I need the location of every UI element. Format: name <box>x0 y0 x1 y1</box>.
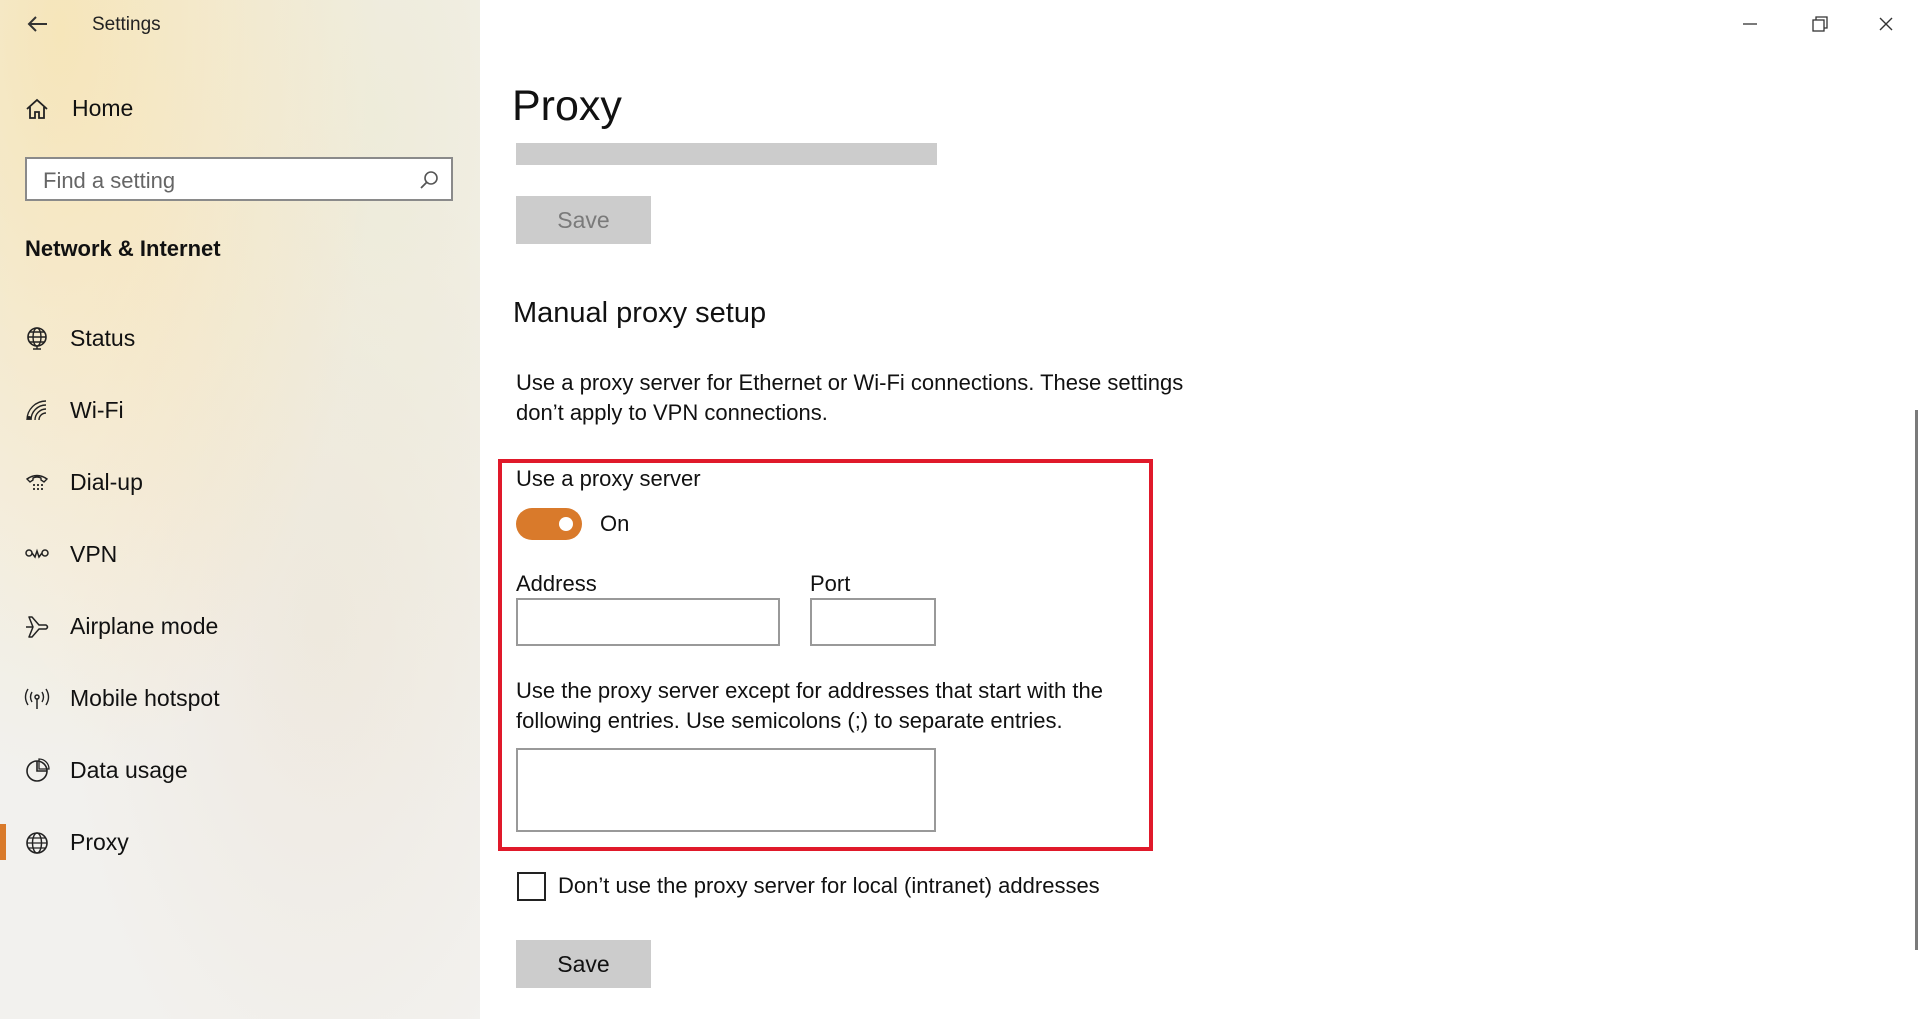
airplane-icon <box>26 616 49 638</box>
search-icon[interactable] <box>419 170 439 190</box>
vpn-icon <box>25 548 49 559</box>
page-title: Proxy <box>512 82 622 130</box>
home-icon <box>26 98 48 119</box>
sidebar-item-label: Mobile hotspot <box>70 685 220 711</box>
sidebar-item-wifi[interactable]: Wi-Fi <box>0 382 480 438</box>
port-label: Port <box>810 571 851 596</box>
sidebar-item-mobile-hotspot[interactable]: Mobile hotspot <box>0 670 480 726</box>
sidebar-item-airplane-mode[interactable]: Airplane mode <box>0 598 480 654</box>
home-nav-item[interactable]: Home <box>0 80 480 136</box>
sidebar-item-proxy[interactable]: Proxy <box>0 814 480 870</box>
restore-icon <box>1812 16 1828 32</box>
close-button[interactable] <box>1852 0 1920 48</box>
search-box[interactable] <box>25 157 453 201</box>
toggle-knob <box>559 517 573 531</box>
dialup-phone-icon <box>25 474 49 490</box>
address-label: Address <box>516 571 597 596</box>
top-save-button[interactable]: Save <box>516 196 651 244</box>
scrollbar-thumb[interactable] <box>1915 410 1918 950</box>
toggle-state-label: On <box>600 511 630 536</box>
scrolled-field-placeholder <box>516 143 937 165</box>
exceptions-description: Use the proxy server except for addresse… <box>516 678 1103 733</box>
section-title: Network & Internet <box>25 236 221 261</box>
port-input[interactable] <box>810 598 936 646</box>
sidebar-item-label: Data usage <box>70 757 188 783</box>
use-proxy-toggle[interactable] <box>516 508 582 540</box>
back-arrow-icon <box>27 16 47 32</box>
globe-network-icon <box>27 327 47 350</box>
hotspot-icon <box>24 688 50 709</box>
sidebar-item-label: VPN <box>70 541 118 567</box>
selection-indicator <box>0 824 6 860</box>
manual-proxy-description: Use a proxy server for Ethernet or Wi-Fi… <box>516 370 1184 425</box>
minimize-icon <box>1743 23 1757 25</box>
sidebar-item-data-usage[interactable]: Data usage <box>0 742 480 798</box>
minimize-button[interactable] <box>1716 0 1784 48</box>
exceptions-input[interactable] <box>516 748 936 832</box>
sidebar-item-label: Status <box>70 325 136 351</box>
local-address-checkbox[interactable] <box>517 872 546 901</box>
globe-icon <box>26 832 48 854</box>
local-address-checkbox-label[interactable]: Don’t use the proxy server for local (in… <box>558 871 1100 901</box>
sidebar-item-vpn[interactable]: VPN <box>0 526 480 582</box>
close-icon <box>1879 17 1893 31</box>
sidebar-item-status[interactable]: Status <box>0 310 480 366</box>
data-usage-icon <box>26 758 50 782</box>
home-label: Home <box>72 95 134 121</box>
sidebar-item-label: Airplane mode <box>70 613 219 639</box>
sidebar-item-label: Dial-up <box>70 469 143 495</box>
back-button[interactable] <box>20 6 56 42</box>
sidebar-item-dialup[interactable]: Dial-up <box>0 454 480 510</box>
sidebar: Settings Home Network & Internet Status … <box>0 0 480 1019</box>
sidebar-item-label: Proxy <box>70 829 129 855</box>
manual-proxy-heading: Manual proxy setup <box>513 297 767 329</box>
use-proxy-label: Use a proxy server <box>516 466 701 491</box>
bottom-save-button[interactable]: Save <box>516 940 651 988</box>
restore-button[interactable] <box>1784 0 1852 48</box>
window-title: Settings <box>92 14 161 35</box>
sidebar-item-label: Wi-Fi <box>70 397 124 423</box>
address-input[interactable] <box>516 598 780 646</box>
search-input[interactable] <box>41 165 405 197</box>
wifi-icon <box>26 400 47 421</box>
